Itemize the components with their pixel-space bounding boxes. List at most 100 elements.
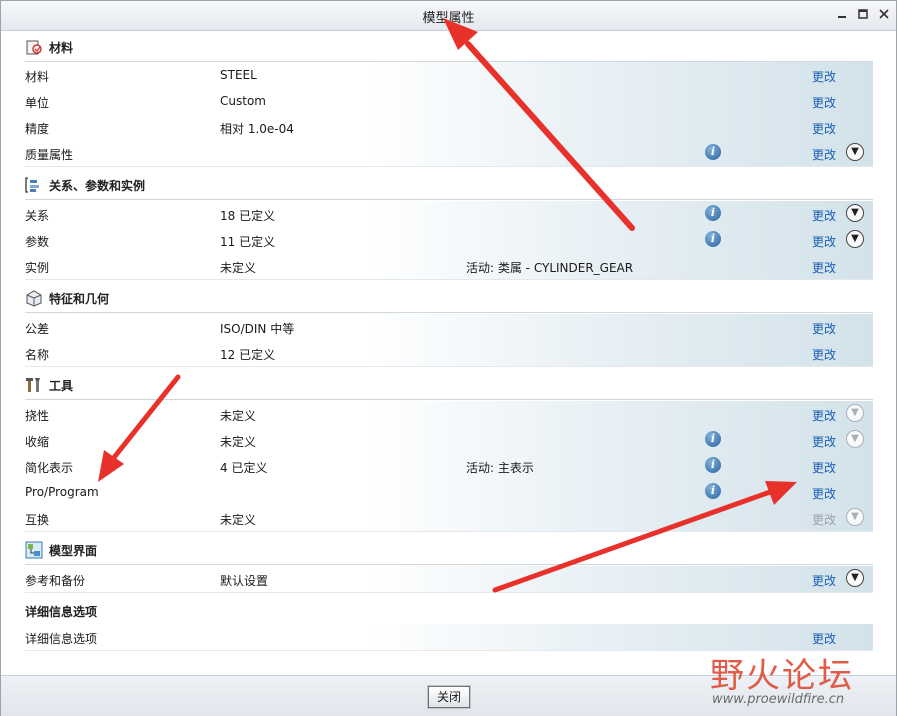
row-names: 名称 12 已定义 更改 <box>25 340 873 367</box>
row-label: 关系 <box>25 209 50 223</box>
row-value: 4 已定义 <box>220 461 268 475</box>
expand-chevron-icon[interactable]: ▼ <box>846 404 864 422</box>
model-interface-icon <box>25 541 43 559</box>
row-extra: 活动: 类属 - CYLINDER_GEAR <box>466 261 634 275</box>
row-value: ISO/DIN 中等 <box>220 322 295 336</box>
row-value: 未定义 <box>220 409 257 423</box>
row-units: 单位 Custom 更改 <box>25 88 873 115</box>
row-label: 实例 <box>25 261 50 275</box>
model-properties-dialog: 模型属性 材料 材料 STEEL 更改 单位 Custom 更改 精度 相对 1… <box>0 0 897 716</box>
expand-chevron-icon[interactable]: ▼ <box>846 569 864 587</box>
change-link[interactable]: 更改 <box>812 320 836 337</box>
section-title: 关系、参数和实例 <box>49 179 146 193</box>
row-label: Pro/Program <box>25 485 99 499</box>
row-label: 质量属性 <box>25 148 74 162</box>
expand-chevron-icon[interactable]: ▼ <box>846 204 864 222</box>
row-value: Custom <box>220 94 266 108</box>
change-link[interactable]: 更改 <box>812 146 836 163</box>
properties-content: 材料 材料 STEEL 更改 单位 Custom 更改 精度 相对 1.0e-0… <box>1 31 896 674</box>
change-link[interactable]: 更改 <box>812 207 836 224</box>
change-link[interactable]: 更改 <box>812 233 836 250</box>
row-label: 公差 <box>25 322 50 336</box>
row-relations: 关系 18 已定义 i 更改 ▼ <box>25 201 873 228</box>
change-link[interactable]: 更改 <box>812 459 836 476</box>
row-value: STEEL <box>220 68 257 82</box>
row-value: 未定义 <box>220 435 257 449</box>
expand-chevron-icon[interactable]: ▼ <box>846 430 864 448</box>
change-link[interactable]: 更改 <box>812 485 836 502</box>
info-icon[interactable]: i <box>705 144 721 160</box>
info-icon[interactable]: i <box>705 483 721 499</box>
row-value: 未定义 <box>220 261 257 275</box>
dialog-footer: 关闭 <box>1 675 896 716</box>
change-link-disabled: 更改 <box>812 513 837 527</box>
change-link[interactable]: 更改 <box>812 120 836 137</box>
row-label: 精度 <box>25 122 50 136</box>
change-link[interactable]: 更改 <box>812 94 836 111</box>
section-materials-header: 材料 <box>25 33 873 62</box>
expand-chevron-icon[interactable]: ▼ <box>846 230 864 248</box>
row-value: 11 已定义 <box>220 235 276 249</box>
row-label: 单位 <box>25 96 50 110</box>
row-simplified-reps: 简化表示 4 已定义 活动: 主表示 i 更改 <box>25 453 873 480</box>
change-link[interactable]: 更改 <box>812 630 836 647</box>
row-shrinkage: 收缩 未定义 i 更改 ▼ <box>25 427 873 454</box>
material-icon <box>26 40 42 55</box>
row-reference-backup: 参考和备份 默认设置 更改 ▼ <box>25 566 873 593</box>
close-icon <box>879 9 889 19</box>
row-label: 互换 <box>25 513 50 527</box>
row-value: 默认设置 <box>220 574 269 588</box>
dialog-title: 模型属性 <box>422 11 475 26</box>
change-link[interactable]: 更改 <box>812 346 836 363</box>
row-label: 简化表示 <box>25 461 74 475</box>
change-link[interactable]: 更改 <box>812 407 836 424</box>
row-parameters: 参数 11 已定义 i 更改 ▼ <box>25 227 873 254</box>
section-title: 详细信息选项 <box>25 605 98 619</box>
section-detail-header: 详细信息选项 <box>25 597 873 626</box>
title-bar: 模型属性 <box>1 1 896 31</box>
info-icon[interactable]: i <box>705 231 721 247</box>
change-link[interactable]: 更改 <box>812 259 836 276</box>
info-icon[interactable]: i <box>705 205 721 221</box>
row-value: 相对 1.0e-04 <box>220 122 294 136</box>
row-label: 材料 <box>25 70 50 84</box>
row-value: 18 已定义 <box>220 209 276 223</box>
row-flexibility: 挠性 未定义 更改 ▼ <box>25 401 873 428</box>
change-link[interactable]: 更改 <box>812 68 836 85</box>
row-pro-program: Pro/Program i 更改 <box>25 479 873 506</box>
expand-chevron-icon: ▼ <box>846 508 864 526</box>
row-detail-options: 详细信息选项 更改 <box>25 624 873 651</box>
close-button[interactable]: 关闭 <box>428 686 470 708</box>
change-link[interactable]: 更改 <box>812 572 836 589</box>
row-value: 未定义 <box>220 513 257 527</box>
row-label: 收缩 <box>25 435 50 449</box>
info-icon[interactable]: i <box>705 431 721 447</box>
section-title: 特征和几何 <box>49 292 110 306</box>
expand-chevron-icon[interactable]: ▼ <box>846 143 864 161</box>
change-link[interactable]: 更改 <box>812 433 836 450</box>
row-material: 材料 STEEL 更改 <box>25 62 873 89</box>
section-title: 材料 <box>49 41 74 55</box>
row-label: 参数 <box>25 235 50 249</box>
row-tolerance: 公差 ISO/DIN 中等 更改 <box>25 314 873 341</box>
row-value: 12 已定义 <box>220 348 276 362</box>
row-accuracy: 精度 相对 1.0e-04 更改 <box>25 114 873 141</box>
row-instances: 实例 未定义 活动: 类属 - CYLINDER_GEAR 更改 <box>25 253 873 280</box>
section-title: 模型界面 <box>49 544 98 558</box>
minimize-icon <box>838 16 846 18</box>
row-extra: 活动: 主表示 <box>466 461 534 475</box>
minimize-button[interactable] <box>833 7 851 23</box>
section-interface-header: 模型界面 <box>25 536 873 565</box>
row-label: 名称 <box>25 348 50 362</box>
row-label: 挠性 <box>25 409 50 423</box>
row-interchange: 互换 未定义 更改 ▼ <box>25 505 873 532</box>
row-mass-properties: 质量属性 i 更改 ▼ <box>25 140 873 167</box>
section-title: 工具 <box>49 379 74 393</box>
maximize-button[interactable] <box>854 7 872 23</box>
row-label: 详细信息选项 <box>25 632 98 646</box>
section-tools-header: 工具 <box>25 371 873 400</box>
close-window-button[interactable] <box>875 7 893 23</box>
maximize-icon <box>858 9 868 19</box>
info-icon[interactable]: i <box>705 457 721 473</box>
section-relations-header: 关系、参数和实例 <box>25 171 873 200</box>
